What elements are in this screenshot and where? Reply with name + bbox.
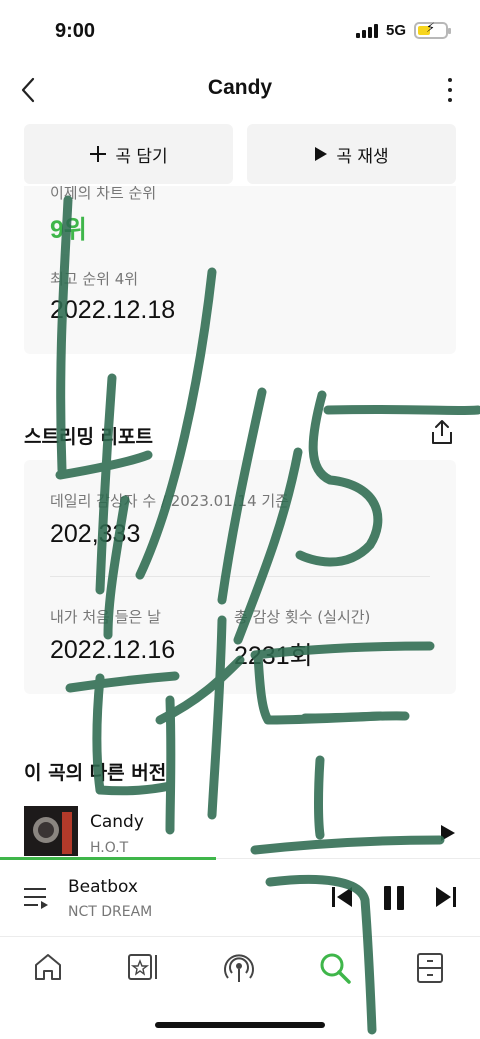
previous-button[interactable] [330,885,354,913]
streaming-report-card: 데일리 감상자 수 / 2023.01.14 기준 202,333 내가 처음 … [24,460,456,694]
card-divider [50,576,430,577]
pause-button[interactable] [382,885,406,915]
version-list-item[interactable]: Candy H.O.T [24,806,456,856]
playlist-button[interactable] [22,885,50,911]
version-title: Candy [90,812,144,832]
status-indicators: 5G ⚡ [355,21,451,39]
share-button[interactable] [428,418,456,446]
current-rank: 9위 [50,216,87,244]
version-artist: H.O.T [90,840,129,856]
tab-storage[interactable] [414,951,448,985]
status-time: 9:00 [55,20,96,42]
action-row: 곡 담기 곡 재생 [24,124,456,184]
tab-library[interactable] [126,951,160,985]
tab-search[interactable] [318,951,352,985]
now-playing-title: Beatbox [68,877,138,897]
content-scroll-area[interactable]: 이제의 차트 순위 9위 최고 순위 4위 2022.12.18 스트리밍 리포… [0,186,480,856]
tab-podcast[interactable] [222,951,256,985]
share-icon [432,420,452,444]
best-rank-label: 최고 순위 4위 [50,270,139,288]
storage-icon [417,953,443,983]
more-options-button[interactable] [438,74,462,106]
plus-icon [90,146,107,162]
best-rank-date: 2022.12.18 [50,296,176,324]
podcast-icon [224,954,254,982]
play-song-label: 곡 재생 [336,146,389,167]
play-icon [315,147,328,161]
streaming-report-title: 스트리밍 리포트 [24,426,153,448]
daily-listeners-label: 데일리 감상자 수 / 2023.01.14 기준 [50,492,289,510]
next-button[interactable] [434,885,458,913]
pause-icon [384,886,404,910]
home-indicator[interactable] [155,1022,325,1028]
add-song-label: 곡 담기 [115,146,168,167]
network-type: 5G [385,22,406,39]
play-icon [441,825,455,841]
previous-track-icon [332,887,352,907]
playback-progress-bar[interactable] [0,857,216,860]
total-plays-label: 총 감상 횟수 (실시간) [234,608,371,626]
add-song-button[interactable]: 곡 담기 [24,124,233,184]
more-dot [448,98,452,102]
first-listened-value: 2022.12.16 [50,636,176,664]
first-listened-label: 내가 처음 들은 날 [50,608,161,626]
home-icon [35,954,61,980]
nav-header: Candy [0,62,480,118]
battery-charging-icon: ⚡ [414,21,451,39]
more-dot [448,78,452,82]
play-song-button[interactable]: 곡 재생 [247,124,456,184]
tab-home[interactable] [32,951,66,985]
album-art [24,806,78,856]
search-icon [320,953,351,984]
version-play-button[interactable] [440,824,456,846]
signal-icon [355,23,378,38]
prev-rank-label: 이제의 차트 순위 [50,186,157,202]
status-bar: 9:00 5G ⚡ [0,0,480,62]
total-plays-value: 2231회 [234,642,313,670]
now-playing-artist: NCT DREAM [68,904,153,920]
chart-rank-card: 이제의 차트 순위 9위 최고 순위 4위 2022.12.18 [24,186,456,354]
next-track-icon [436,887,456,907]
album-art-image [24,806,78,856]
playlist-icon [24,888,48,909]
mini-player[interactable]: Beatbox NCT DREAM [0,857,480,936]
daily-listeners-value: 202,333 [50,520,141,548]
more-dot [448,88,452,92]
other-versions-title: 이 곡의 다른 버전 [24,762,167,784]
page-title: Candy [207,76,273,99]
library-icon [128,954,157,980]
